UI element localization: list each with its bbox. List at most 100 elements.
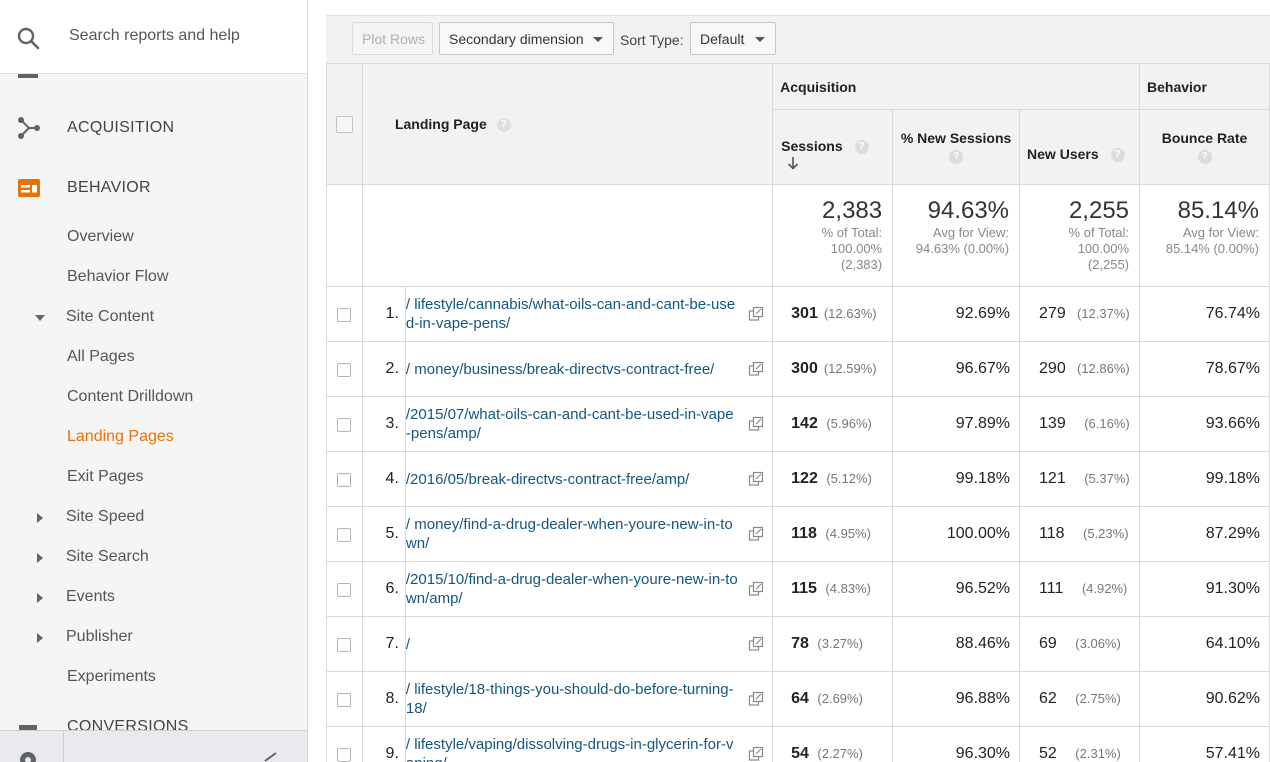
total-caption: (2,383) bbox=[840, 257, 883, 272]
row-checkbox-cell bbox=[326, 561, 363, 617]
sidebar-item-publisher[interactable]: Publisher bbox=[0, 620, 307, 656]
new-users-value: 139 bbox=[1039, 415, 1066, 432]
landing-page-link[interactable]: /2016/05/break-directvs-contract-free/am… bbox=[406, 470, 738, 489]
sidebar-item-landing-pages[interactable]: Landing Pages bbox=[0, 420, 307, 456]
landing-page-link[interactable]: /2015/07/what-oils-can-and-cant-be-used-… bbox=[406, 405, 738, 443]
help-icon[interactable]: ? bbox=[1197, 150, 1212, 165]
landing-page-link[interactable]: / money/find-a-drug-dealer-when-youre-ne… bbox=[406, 515, 738, 553]
pct-new-sessions-header[interactable]: % New Sessions ? bbox=[892, 109, 1021, 185]
new-users-value: 52 bbox=[1039, 745, 1057, 762]
sidebar-section-behavior[interactable]: BEHAVIOR bbox=[0, 168, 307, 208]
row-checkbox[interactable] bbox=[337, 418, 352, 433]
sidebar-item-site-speed[interactable]: Site Speed bbox=[0, 500, 307, 536]
sidebar-section-acquisition[interactable]: ACQUISITION bbox=[0, 108, 307, 148]
landing-page-cell: / lifestyle/18-things-you-should-do-befo… bbox=[404, 671, 774, 727]
sidebar-item-content-drilldown[interactable]: Content Drilldown bbox=[0, 380, 307, 416]
select-all-checkbox[interactable] bbox=[335, 115, 353, 133]
landing-page-link[interactable]: / bbox=[406, 635, 738, 654]
search-icon bbox=[17, 27, 40, 50]
open-in-new-icon[interactable] bbox=[748, 691, 764, 707]
totals-pct-new-sessions: 94.63% Avg for View: 94.63% (0.00%) bbox=[892, 184, 1021, 287]
row-checkbox-cell bbox=[326, 671, 363, 727]
landing-page-cell: / lifestyle/cannabis/what-oils-can-and-c… bbox=[404, 286, 774, 342]
new-users-value: 118 bbox=[1039, 525, 1065, 542]
total-value: 85.14% bbox=[1177, 197, 1259, 224]
open-in-new-icon[interactable] bbox=[748, 526, 764, 542]
sidebar-item-label: Content Drilldown bbox=[67, 388, 194, 405]
open-in-new-icon[interactable] bbox=[748, 306, 764, 322]
column-header-label: % New Sessions bbox=[900, 130, 1012, 146]
sort-desc-arrow-icon[interactable] bbox=[787, 156, 799, 170]
sessions-value: 54 bbox=[791, 745, 809, 762]
sidebar-item-site-content[interactable]: Site Content bbox=[0, 300, 307, 336]
landing-page-link[interactable]: /2015/10/find-a-drug-dealer-when-youre-n… bbox=[406, 570, 738, 608]
table-row: 6. /2015/10/find-a-drug-dealer-when-your… bbox=[326, 561, 1270, 617]
landing-page-link[interactable]: / money/business/break-directvs-contract… bbox=[406, 360, 738, 379]
row-checkbox[interactable] bbox=[337, 363, 352, 378]
gear-icon[interactable] bbox=[17, 749, 39, 762]
open-in-new-icon[interactable] bbox=[748, 581, 764, 597]
report-main: Plot Rows Secondary dimension Sort Type:… bbox=[326, 0, 1270, 762]
row-checkbox[interactable] bbox=[337, 308, 352, 323]
open-in-new-icon[interactable] bbox=[748, 636, 764, 652]
search-bar[interactable]: Search reports and help bbox=[0, 0, 307, 74]
new-users-pct: (12.86%) bbox=[1076, 361, 1130, 376]
table-row: 3. /2015/07/what-oils-can-and-cant-be-us… bbox=[326, 396, 1270, 452]
help-icon[interactable]: ? bbox=[854, 140, 869, 154]
new-users-header[interactable]: New Users ? bbox=[1019, 109, 1141, 185]
caret-right-icon bbox=[37, 553, 43, 563]
bounce-rate-cell: 57.41% bbox=[1139, 726, 1270, 762]
row-index: 8. bbox=[361, 671, 406, 727]
open-in-new-icon[interactable] bbox=[748, 471, 764, 487]
collapse-icon[interactable] bbox=[262, 751, 280, 762]
total-caption: % of Total: bbox=[821, 225, 883, 240]
landing-page-link[interactable]: / lifestyle/vaping/dissolving-drugs-in-g… bbox=[406, 735, 738, 762]
total-caption: 85.14% (0.00%) bbox=[1165, 241, 1259, 256]
plot-rows-label: Plot Rows bbox=[362, 31, 426, 47]
sessions-pct: (12.63%) bbox=[823, 306, 877, 321]
sessions-pct: (5.12%) bbox=[826, 471, 872, 486]
sidebar-item-site-search[interactable]: Site Search bbox=[0, 540, 307, 576]
sidebar-item-overview[interactable]: Overview bbox=[0, 220, 307, 256]
new-users-pct: (5.23%) bbox=[1083, 526, 1129, 541]
open-in-new-icon[interactable] bbox=[748, 746, 764, 762]
help-icon[interactable]: ? bbox=[1110, 148, 1125, 163]
secondary-dimension-dropdown[interactable]: Secondary dimension bbox=[439, 22, 614, 55]
new-users-cell: 118 (5.23%) bbox=[1019, 506, 1141, 562]
row-checkbox-cell bbox=[326, 506, 363, 562]
open-in-new-icon[interactable] bbox=[748, 361, 764, 377]
row-checkbox[interactable] bbox=[337, 473, 352, 488]
new-users-cell: 111 (4.92%) bbox=[1019, 561, 1141, 617]
pct-new-sessions-cell: 92.69% bbox=[892, 286, 1021, 342]
landing-page-link[interactable]: / lifestyle/18-things-you-should-do-befo… bbox=[406, 680, 738, 718]
sidebar-item-exit-pages[interactable]: Exit Pages bbox=[0, 460, 307, 496]
landing-page-cell: /2015/10/find-a-drug-dealer-when-youre-n… bbox=[404, 561, 774, 617]
table-row: 5. / money/find-a-drug-dealer-when-youre… bbox=[326, 506, 1270, 562]
row-checkbox[interactable] bbox=[337, 693, 352, 708]
help-icon[interactable]: ? bbox=[496, 118, 511, 133]
sidebar-item-experiments[interactable]: Experiments bbox=[0, 660, 307, 696]
new-users-cell: 69 (3.06%) bbox=[1019, 616, 1141, 672]
row-checkbox[interactable] bbox=[337, 528, 352, 543]
plot-rows-button[interactable]: Plot Rows bbox=[352, 22, 433, 55]
open-in-new-icon[interactable] bbox=[748, 416, 764, 432]
sidebar-item-behavior-flow[interactable]: Behavior Flow bbox=[0, 260, 307, 296]
landing-page-cell: / bbox=[404, 616, 774, 672]
sidebar-item-all-pages[interactable]: All Pages bbox=[0, 340, 307, 376]
landing-page-header[interactable]: Landing Page ? bbox=[361, 63, 774, 185]
sidebar-item-events[interactable]: Events bbox=[0, 580, 307, 616]
sessions-header[interactable]: Sessions ? bbox=[772, 109, 894, 185]
row-checkbox[interactable] bbox=[337, 638, 352, 653]
caret-right-icon bbox=[37, 633, 43, 643]
total-value: 94.63% bbox=[927, 197, 1010, 224]
row-checkbox[interactable] bbox=[337, 748, 352, 762]
bounce-rate-header[interactable]: Bounce Rate ? bbox=[1139, 109, 1270, 185]
row-index: 4. bbox=[361, 451, 406, 507]
help-icon[interactable]: ? bbox=[949, 150, 964, 165]
sort-type-dropdown[interactable]: Default bbox=[690, 22, 776, 55]
sessions-pct: (12.59%) bbox=[823, 361, 877, 376]
pct-new-sessions-cell: 96.67% bbox=[892, 341, 1021, 397]
row-checkbox[interactable] bbox=[337, 583, 352, 598]
new-users-value: 290 bbox=[1039, 360, 1066, 377]
landing-page-link[interactable]: / lifestyle/cannabis/what-oils-can-and-c… bbox=[406, 295, 738, 333]
